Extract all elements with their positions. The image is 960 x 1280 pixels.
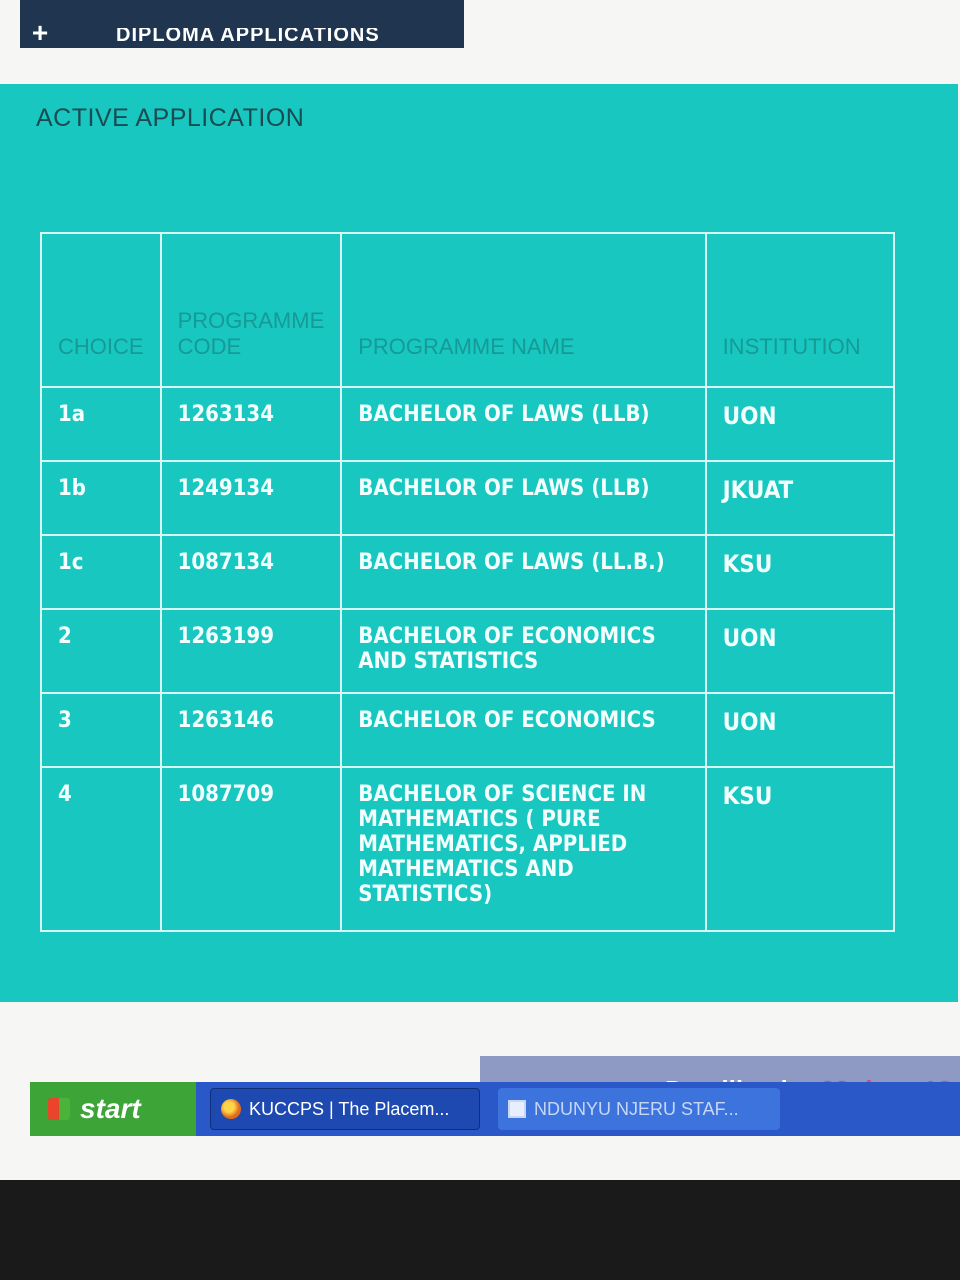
- start-label: start: [80, 1093, 141, 1124]
- choice-cell: 1b: [40, 460, 162, 536]
- table-row: 2 1263199 BACHELOR OF ECONOMICS AND STAT…: [40, 607, 896, 695]
- code-cell: 1249134: [159, 460, 343, 536]
- table-header-row: CHOICE PROGRAMME CODE PROGRAMME NAME INS…: [40, 232, 896, 388]
- code-cell: 1087709: [159, 766, 343, 932]
- code-cell: 1263199: [159, 607, 343, 695]
- institution-cell: UON: [704, 607, 896, 695]
- document-icon: [508, 1100, 526, 1118]
- taskbar-item-kuccps[interactable]: KUCCPS | The Placem...: [210, 1088, 480, 1130]
- choice-cell: 3: [40, 692, 162, 769]
- programme-name-cell: BACHELOR OF ECONOMICS AND STATISTICS: [340, 607, 707, 695]
- header-programme-name: PROGRAMME NAME: [340, 232, 707, 388]
- programme-name-cell: BACHELOR OF LAWS (LLB): [340, 386, 707, 462]
- taskbar: start KUCCPS | The Placem... NDUNYU NJER…: [30, 1082, 960, 1136]
- applications-table: CHOICE PROGRAMME CODE PROGRAMME NAME INS…: [40, 232, 896, 932]
- section-title: ACTIVE APPLICATION: [36, 104, 305, 132]
- programme-name-cell: BACHELOR OF LAWS (LL.B.): [340, 534, 707, 610]
- code-cell: 1263134: [159, 386, 343, 462]
- taskbar-item-label: NDUNYU NJERU STAF...: [534, 1098, 739, 1119]
- institution-cell: JKUAT: [704, 460, 896, 536]
- table-row: 4 1087709 BACHELOR OF SCIENCE IN MATHEMA…: [40, 766, 896, 932]
- header-choice: CHOICE: [40, 232, 162, 388]
- header-programme-code: PROGRAMME CODE: [159, 232, 343, 388]
- choice-cell: 4: [40, 766, 162, 932]
- start-button[interactable]: start: [30, 1082, 196, 1136]
- code-cell: 1263146: [159, 692, 343, 769]
- browser-icon: [221, 1099, 241, 1119]
- diploma-applications-label: DIPLOMA APPLICATIONS: [116, 28, 380, 42]
- taskbar-item-label: KUCCPS | The Placem...: [249, 1098, 450, 1119]
- browser-viewport: + DIPLOMA APPLICATIONS ACTIVE APPLICATIO…: [0, 0, 960, 1180]
- table-row: 1a 1263134 BACHELOR OF LAWS (LLB) UON: [40, 386, 896, 462]
- programme-name-cell: BACHELOR OF SCIENCE IN MATHEMATICS ( PUR…: [340, 766, 707, 932]
- choice-cell: 1c: [40, 534, 162, 610]
- institution-cell: UON: [704, 386, 896, 462]
- windows-logo-icon: [48, 1098, 70, 1120]
- plus-icon: +: [31, 17, 49, 48]
- diploma-applications-tab[interactable]: + DIPLOMA APPLICATIONS: [20, 0, 464, 48]
- institution-cell: KSU: [704, 766, 896, 932]
- code-cell: 1087134: [159, 534, 343, 610]
- taskbar-item-document[interactable]: NDUNYU NJERU STAF...: [498, 1088, 780, 1130]
- choice-cell: 1a: [40, 386, 162, 462]
- choice-cell: 2: [40, 607, 162, 695]
- institution-cell: UON: [704, 692, 896, 769]
- header-institution: INSTITUTION: [704, 232, 896, 388]
- table-row: 1c 1087134 BACHELOR OF LAWS (LL.B.) KSU: [40, 534, 896, 610]
- table-row: 3 1263146 BACHELOR OF ECONOMICS UON: [40, 692, 896, 769]
- programme-name-cell: BACHELOR OF LAWS (LLB): [340, 460, 707, 536]
- institution-cell: KSU: [704, 534, 896, 610]
- programme-name-cell: BACHELOR OF ECONOMICS: [340, 692, 707, 769]
- table-row: 1b 1249134 BACHELOR OF LAWS (LLB) JKUAT: [40, 460, 896, 536]
